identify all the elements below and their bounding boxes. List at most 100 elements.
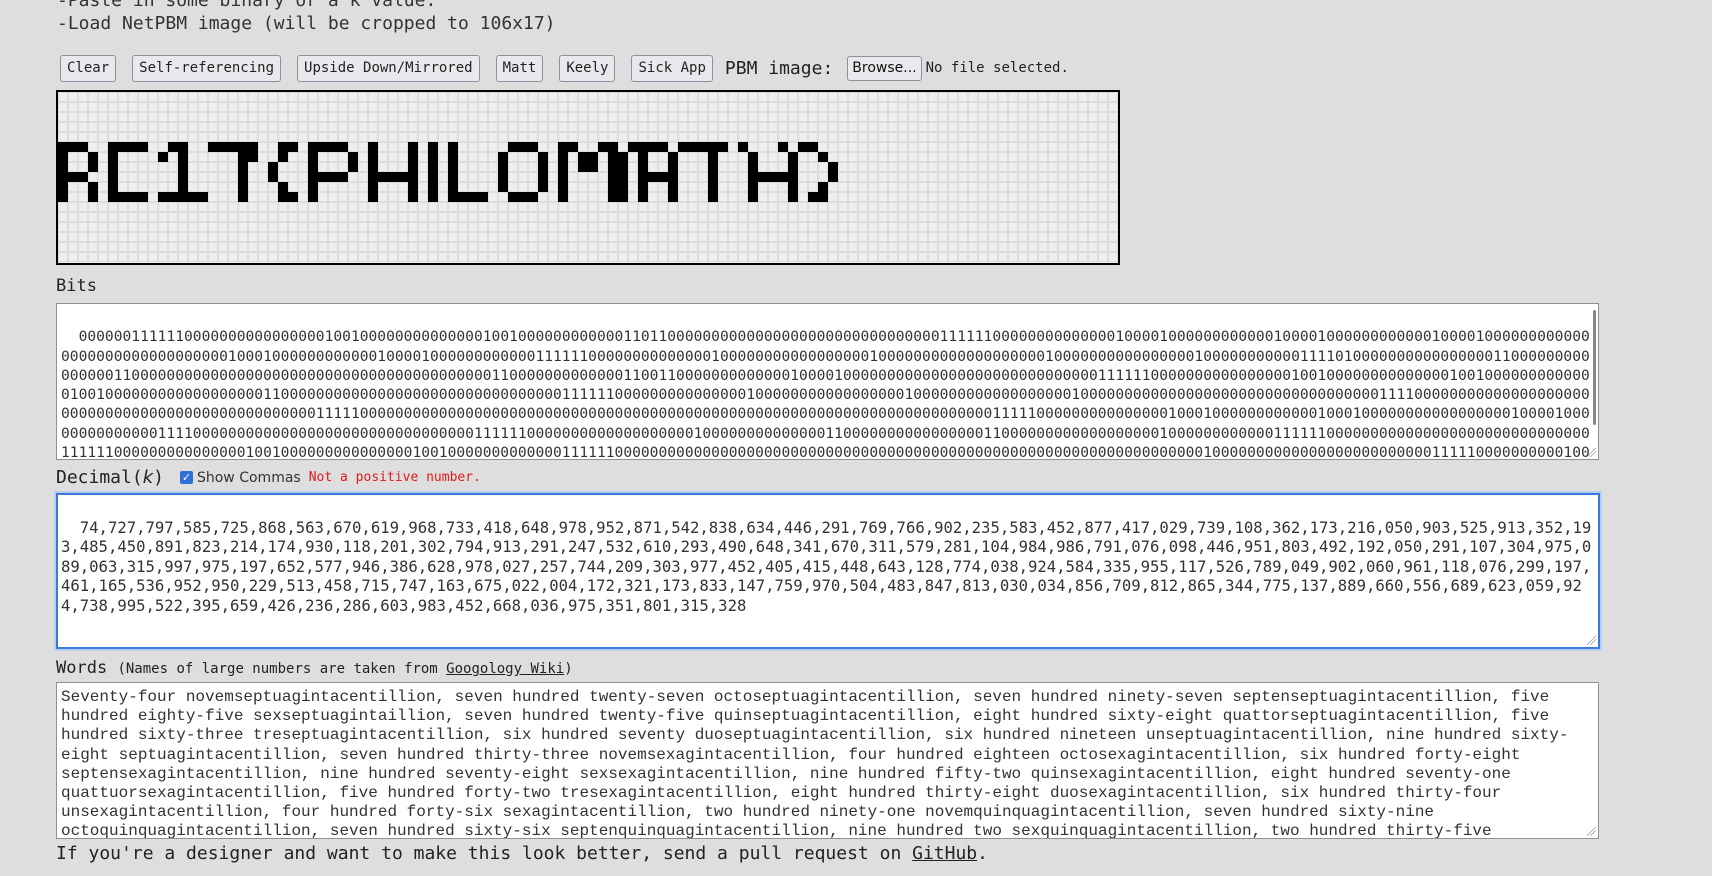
pixel-on[interactable] [368,152,378,162]
pixel-off[interactable] [628,132,638,142]
pixel-off[interactable] [698,122,708,132]
pixel-off[interactable] [268,222,278,232]
pixel-off[interactable] [978,252,988,262]
pixel-off[interactable] [928,212,938,222]
pixel-off[interactable] [628,242,638,252]
pixel-off[interactable] [98,122,108,132]
pixel-off[interactable] [418,192,428,202]
pixel-off[interactable] [348,222,358,232]
pixel-off[interactable] [1038,242,1048,252]
pixel-off[interactable] [898,122,908,132]
pixel-on[interactable] [308,162,318,172]
pixel-off[interactable] [1008,252,1018,262]
pixel-on[interactable] [108,142,118,152]
pixel-off[interactable] [138,102,148,112]
pixel-off[interactable] [768,202,778,212]
pixel-off[interactable] [798,112,808,122]
pixel-on[interactable] [618,192,628,202]
pixel-off[interactable] [818,232,828,242]
pixel-off[interactable] [438,252,448,262]
pixel-off[interactable] [1028,202,1038,212]
pixel-off[interactable] [618,122,628,132]
pixel-off[interactable] [168,182,178,192]
pixel-off[interactable] [1038,162,1048,172]
pixel-off[interactable] [898,242,908,252]
pixel-off[interactable] [1008,92,1018,102]
pixel-off[interactable] [818,162,828,172]
pixel-off[interactable] [298,112,308,122]
pixel-on[interactable] [588,152,598,162]
pixel-on[interactable] [348,152,358,162]
pixel-off[interactable] [668,222,678,232]
pixel-off[interactable] [528,202,538,212]
pixel-off[interactable] [898,172,908,182]
pixel-off[interactable] [1068,232,1078,242]
pixel-on[interactable] [608,162,618,172]
pixel-off[interactable] [818,132,828,142]
pixel-off[interactable] [668,92,678,102]
pixel-off[interactable] [158,232,168,242]
pixel-off[interactable] [458,112,468,122]
pixel-off[interactable] [118,132,128,142]
pixel-off[interactable] [408,242,418,252]
pixel-off[interactable] [198,102,208,112]
pixel-off[interactable] [888,132,898,142]
pixel-off[interactable] [688,192,698,202]
pixel-off[interactable] [438,112,448,122]
pixel-off[interactable] [158,172,168,182]
pixel-off[interactable] [858,122,868,132]
pixel-on[interactable] [498,152,508,162]
pixel-off[interactable] [1088,112,1098,122]
pixel-off[interactable] [68,92,78,102]
pixel-off[interactable] [888,152,898,162]
pixel-off[interactable] [838,152,848,162]
pixel-off[interactable] [338,252,348,262]
pixel-off[interactable] [58,102,68,112]
pixel-off[interactable] [918,232,928,242]
pixel-off[interactable] [858,112,868,122]
pixel-off[interactable] [458,212,468,222]
pixel-off[interactable] [198,92,208,102]
pixel-off[interactable] [828,252,838,262]
pixel-off[interactable] [948,232,958,242]
pixel-off[interactable] [68,182,78,192]
pixel-off[interactable] [878,102,888,112]
pixel-off[interactable] [358,172,368,182]
pixel-off[interactable] [658,92,668,102]
pixel-off[interactable] [218,102,228,112]
pixel-off[interactable] [388,242,398,252]
pixel-off[interactable] [978,192,988,202]
pixel-off[interactable] [568,172,578,182]
pixel-off[interactable] [908,132,918,142]
pixel-off[interactable] [1018,172,1028,182]
pixel-off[interactable] [728,102,738,112]
pixel-off[interactable] [948,102,958,112]
pixel-off[interactable] [858,202,868,212]
pixel-off[interactable] [508,102,518,112]
pixel-on[interactable] [788,172,798,182]
pixel-off[interactable] [1088,122,1098,132]
pixel-off[interactable] [758,92,768,102]
pixel-off[interactable] [978,132,988,142]
pixel-off[interactable] [1108,102,1118,112]
pixel-off[interactable] [128,122,138,132]
pixel-off[interactable] [108,202,118,212]
pixel-off[interactable] [768,142,778,152]
pixel-off[interactable] [368,252,378,262]
pixel-off[interactable] [148,142,158,152]
pixel-off[interactable] [138,222,148,232]
pixel-off[interactable] [328,182,338,192]
pixel-off[interactable] [508,202,518,212]
pixel-on[interactable] [638,142,648,152]
pixel-off[interactable] [408,212,418,222]
pixel-off[interactable] [598,242,608,252]
pixel-off[interactable] [728,112,738,122]
pixel-off[interactable] [1048,182,1058,192]
pixel-on[interactable] [328,172,338,182]
pixel-on[interactable] [308,192,318,202]
pixel-off[interactable] [548,162,558,172]
pixel-off[interactable] [828,242,838,252]
pixel-off[interactable] [368,132,378,142]
pixel-on[interactable] [678,142,688,152]
pixel-on[interactable] [118,192,128,202]
